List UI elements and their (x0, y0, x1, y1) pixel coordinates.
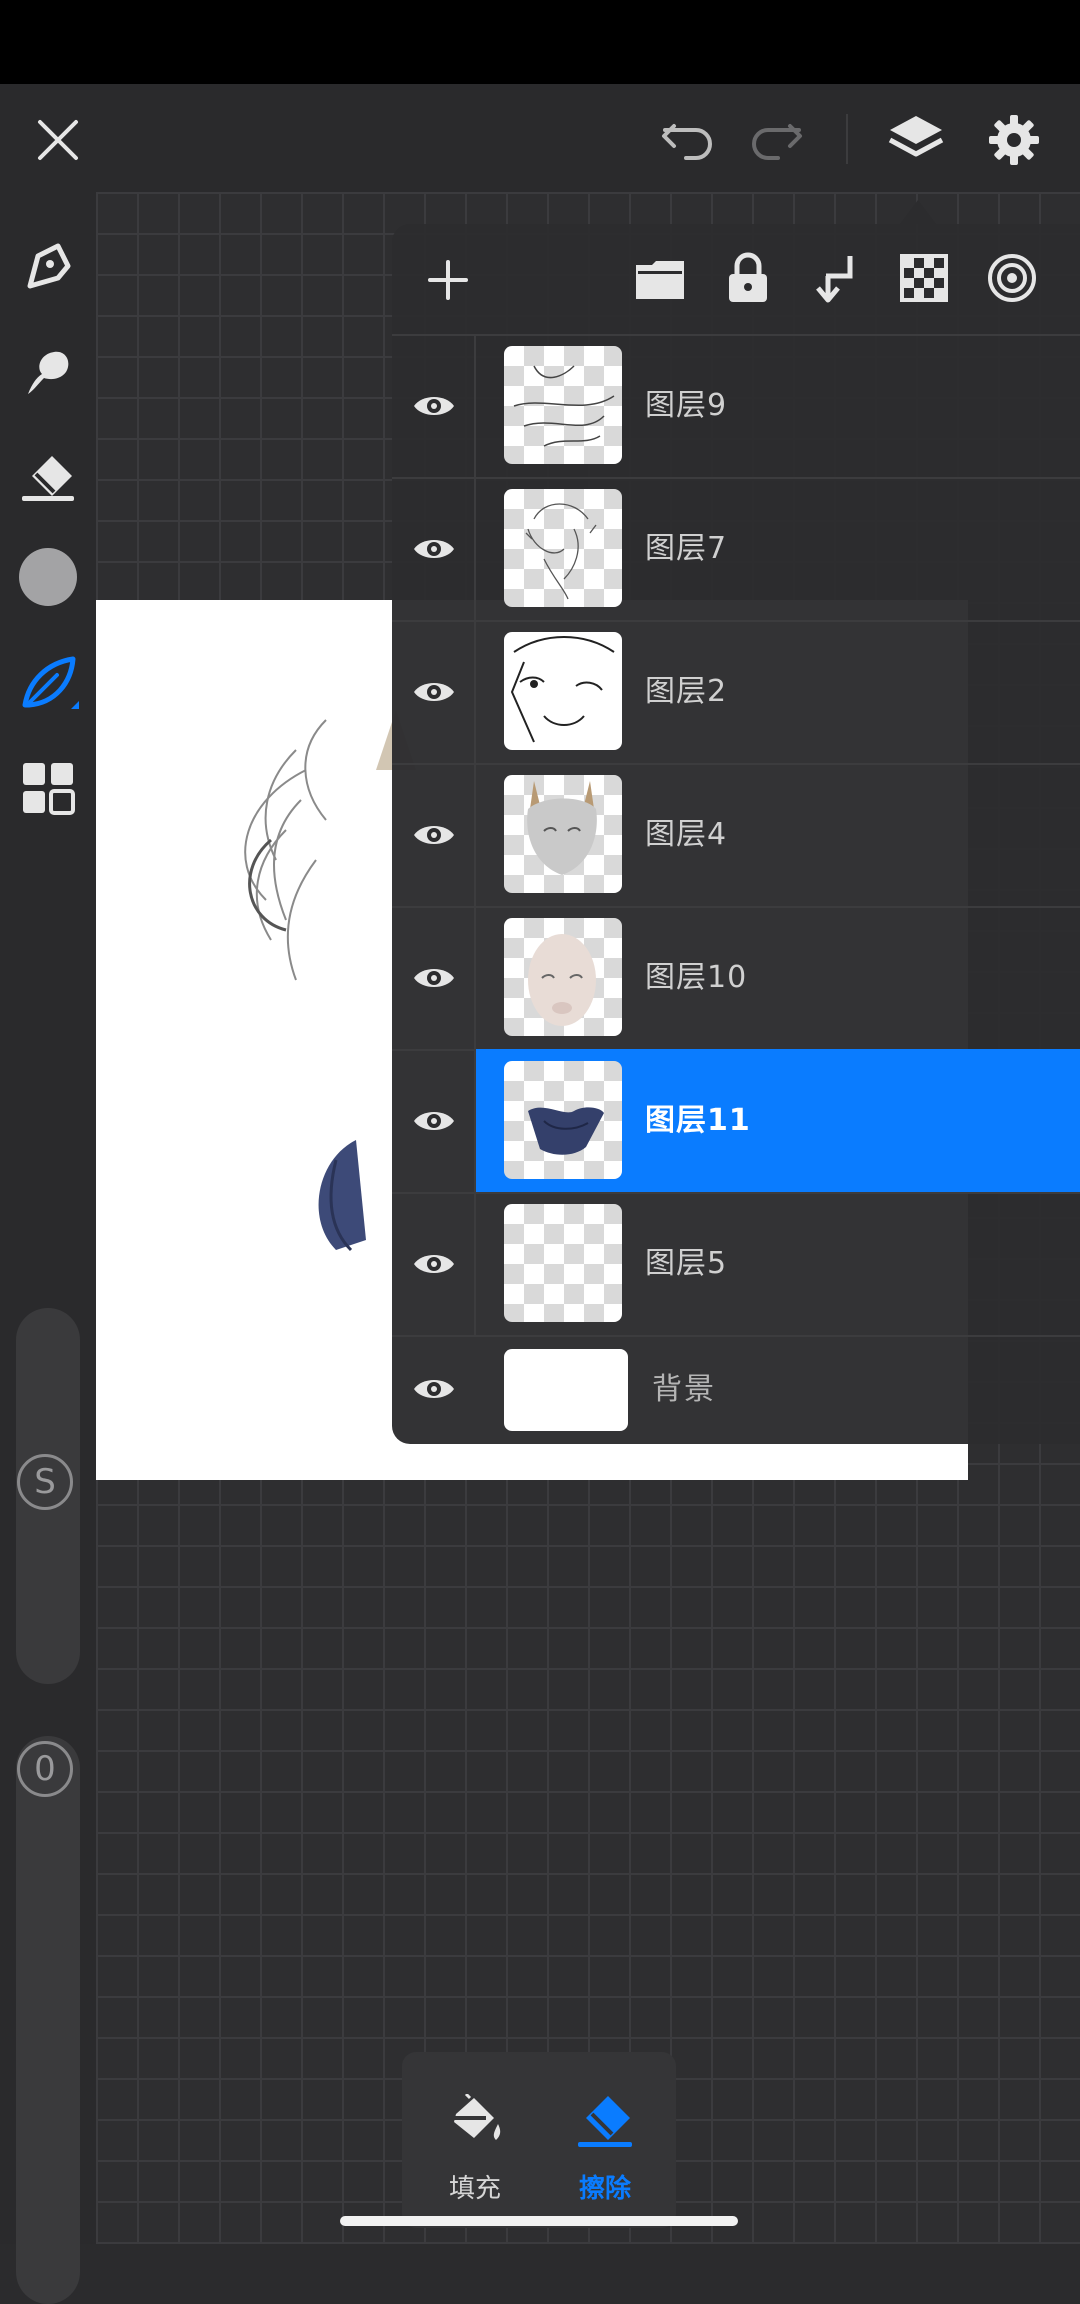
opacity-badge: 0 (17, 1741, 73, 1797)
layer-name: 图层7 (645, 531, 728, 566)
fill-erase-popup: 填充 擦除 (402, 2052, 676, 2228)
visibility-eye-icon[interactable] (412, 1367, 456, 1411)
layer-row-selected[interactable]: 图层11 (392, 1049, 1080, 1194)
layers-panel-toolbar (392, 224, 1080, 336)
redo-icon[interactable] (744, 108, 808, 172)
layers-panel: 图层9 图层7 图层2 图层4 图层10 图层11 图层5 背景 (392, 224, 1080, 1444)
undo-icon[interactable] (656, 108, 720, 172)
layer-name: 图层2 (645, 674, 728, 709)
layer-thumbnail (504, 489, 622, 607)
erase-label: 擦除 (578, 2174, 631, 2204)
visibility-eye-icon[interactable] (412, 1242, 456, 1286)
layer-row[interactable]: 图层10 (392, 906, 1080, 1051)
top-toolbar (0, 84, 1080, 192)
grid-apps-icon[interactable] (16, 756, 80, 820)
layer-name: 图层10 (645, 960, 748, 995)
layer-thumbnail (504, 1061, 622, 1179)
layer-thumbnail (504, 918, 622, 1036)
background-color-swatch[interactable] (504, 1349, 628, 1431)
status-bar (0, 0, 1080, 84)
erase-button[interactable]: 擦除 (540, 2052, 670, 2228)
layer-name: 图层11 (645, 1103, 751, 1138)
folder-icon[interactable] (630, 250, 690, 310)
background-layer-row[interactable]: 背景 (392, 1335, 1080, 1444)
toolbar-divider (846, 114, 848, 164)
layer-row[interactable]: 图层7 (392, 477, 1080, 622)
lock-icon[interactable] (718, 248, 778, 308)
add-layer-icon[interactable] (420, 252, 476, 308)
paint-bucket-icon (446, 2092, 506, 2152)
eraser-icon[interactable] (14, 444, 82, 512)
left-toolbar: S 0 (0, 192, 96, 2304)
visibility-eye-icon[interactable] (412, 384, 456, 428)
leaf-brush-icon[interactable] (14, 648, 84, 718)
brush-size-badge: S (17, 1454, 73, 1510)
smudge-icon[interactable] (14, 338, 82, 406)
settings-icon[interactable] (982, 108, 1046, 172)
layer-thumbnail (504, 346, 622, 464)
layer-thumbnail (504, 632, 622, 750)
layer-row[interactable]: 图层9 (392, 334, 1080, 479)
fill-button[interactable]: 填充 (410, 2052, 540, 2228)
merge-down-icon[interactable] (806, 248, 866, 308)
layer-row[interactable]: 图层5 (392, 1192, 1080, 1337)
close-icon[interactable] (28, 110, 88, 170)
blend-icon[interactable] (982, 248, 1042, 308)
layer-name: 图层9 (645, 388, 728, 423)
background-layer-name: 背景 (652, 1372, 716, 1407)
layer-name: 图层5 (645, 1246, 728, 1281)
visibility-eye-icon[interactable] (412, 813, 456, 857)
visibility-eye-icon[interactable] (412, 670, 456, 714)
layers-icon[interactable] (880, 104, 952, 176)
layer-name: 图层4 (645, 817, 728, 852)
opacity-slider[interactable] (16, 1736, 80, 2304)
visibility-eye-icon[interactable] (412, 527, 456, 571)
pen-icon[interactable] (14, 232, 82, 300)
alpha-lock-icon[interactable] (894, 248, 954, 308)
fill-label: 填充 (448, 2174, 501, 2204)
eraser-fill-icon (574, 2090, 636, 2152)
layer-row[interactable]: 图层4 (392, 763, 1080, 908)
panel-caret (900, 200, 936, 224)
visibility-eye-icon[interactable] (412, 956, 456, 1000)
home-indicator (340, 2216, 738, 2226)
color-swatch[interactable] (19, 548, 77, 606)
layer-thumbnail (504, 775, 622, 893)
layer-row[interactable]: 图层2 (392, 620, 1080, 765)
layer-thumbnail (504, 1204, 622, 1322)
visibility-eye-icon[interactable] (412, 1099, 456, 1143)
